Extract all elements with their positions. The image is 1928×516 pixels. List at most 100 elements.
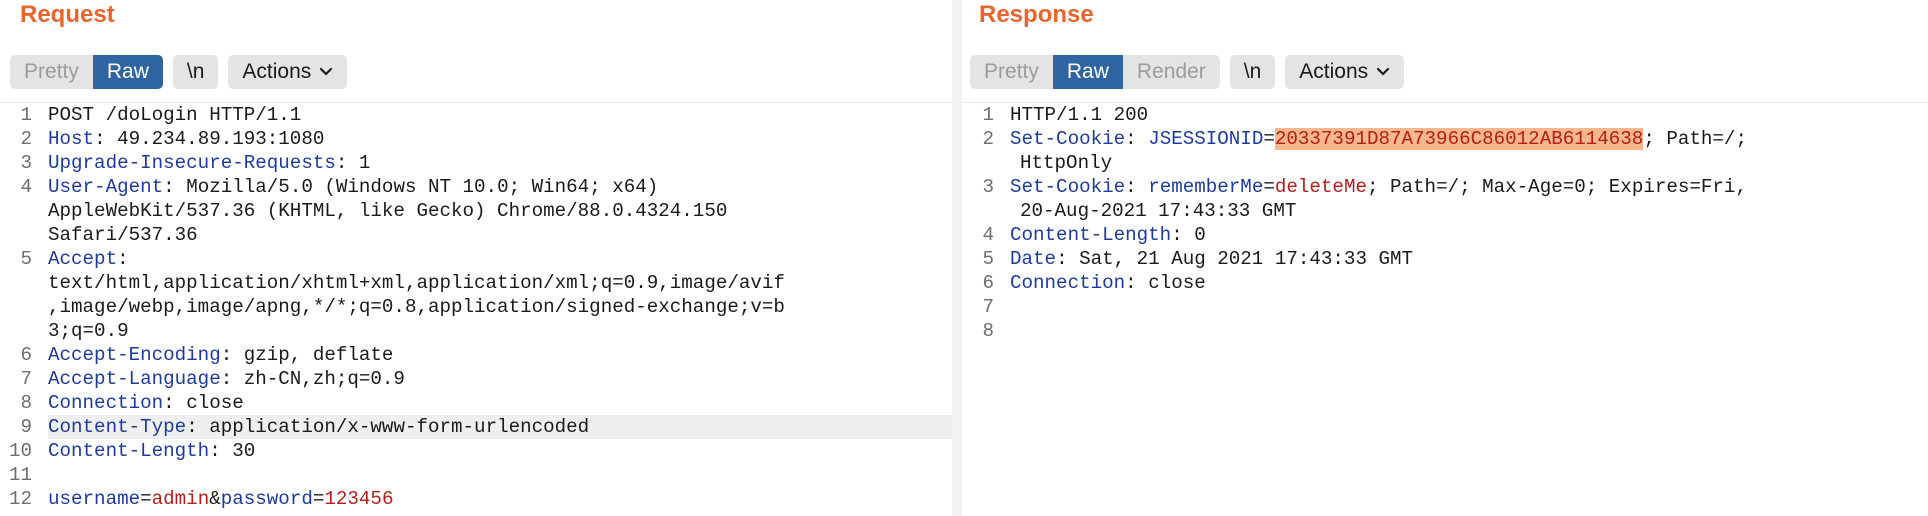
request-line: POST /doLogin HTTP/1.1 — [48, 104, 302, 126]
request-header-continuation: ,image/webp,image/apng,*/*;q=0.8,applica… — [48, 296, 785, 318]
header-value: gzip, deflate — [243, 344, 394, 366]
response-toolbar: Pretty Raw Render \n Actions — [970, 55, 1405, 89]
header-name: Connection — [48, 392, 164, 414]
response-title: Response — [979, 1, 1094, 28]
line-number: 4 — [20, 176, 32, 198]
param-value: 123456 — [324, 488, 394, 510]
response-header-continuation: 20-Aug-2021 17:43:33 GMT — [1020, 200, 1297, 222]
header-name: Set-Cookie — [1010, 176, 1126, 198]
cookie-attributes: ; Path=/; — [1643, 128, 1747, 150]
line-number: 6 — [982, 272, 994, 294]
header-name: Upgrade-Insecure-Requests — [48, 152, 336, 174]
request-header-continuation: Safari/537.36 — [48, 224, 198, 246]
request-header-line-current: Content-Type: application/x-www-form-url… — [48, 415, 952, 439]
line-number: 3 — [982, 176, 994, 198]
header-name: Date — [1010, 248, 1057, 270]
response-header-line: Content-Length: 0 — [1010, 224, 1206, 246]
request-title: Request — [20, 1, 115, 28]
header-name: Accept-Encoding — [48, 344, 221, 366]
line-number: 3 — [20, 152, 32, 174]
param-name: username — [48, 488, 141, 510]
response-tab-render[interactable]: Render — [1122, 55, 1220, 89]
request-header-line: Host: 49.234.89.193:1080 — [48, 128, 325, 150]
response-header-line: Connection: close — [1010, 272, 1206, 294]
request-header-continuation: text/html,application/xhtml+xml,applicat… — [48, 272, 785, 294]
response-view-tabs: Pretty Raw Render — [970, 55, 1220, 89]
header-value: close — [186, 392, 244, 414]
header-value: 0 — [1194, 224, 1206, 246]
line-number: 1 — [982, 104, 994, 126]
line-number: 1 — [20, 104, 32, 126]
header-name: Connection — [1010, 272, 1126, 294]
response-header-line: Set-Cookie: rememberMe=deleteMe; Path=/;… — [1010, 176, 1747, 198]
line-number: 7 — [982, 296, 994, 318]
header-value: application/x-www-form-urlencoded — [209, 416, 590, 438]
response-header-continuation: HttpOnly — [1020, 152, 1113, 174]
request-header-line: Connection: close — [48, 392, 244, 414]
response-tab-pretty[interactable]: Pretty — [970, 55, 1053, 89]
header-value: zh-CN,zh;q=0.9 — [243, 368, 405, 390]
header-name: Set-Cookie — [1010, 128, 1126, 150]
header-value: close — [1148, 272, 1206, 294]
param-value: admin — [151, 488, 210, 510]
request-header-line: Accept-Language: zh-CN,zh;q=0.9 — [48, 368, 405, 390]
request-tab-pretty[interactable]: Pretty — [10, 55, 93, 89]
request-body-line: username=admin&password=123456 — [48, 488, 394, 510]
line-number: 9 — [20, 416, 32, 438]
line-number: 5 — [982, 248, 994, 270]
response-tab-raw[interactable]: Raw — [1052, 55, 1123, 89]
request-header-line: Accept-Encoding: gzip, deflate — [48, 344, 394, 366]
line-number: 2 — [20, 128, 32, 150]
request-toolbar: Pretty Raw \n Actions — [10, 55, 348, 89]
chevron-down-icon — [320, 67, 333, 76]
line-number: 6 — [20, 344, 32, 366]
line-number: 5 — [20, 248, 32, 270]
header-name: Content-Length — [1010, 224, 1172, 246]
response-newline-toggle[interactable]: \n — [1229, 55, 1276, 89]
header-name: Host — [48, 128, 95, 150]
request-header-line: Accept: — [48, 248, 129, 270]
request-actions-label: Actions — [242, 60, 312, 83]
header-name: User-Agent — [48, 176, 164, 198]
line-number: 10 — [8, 440, 32, 462]
pane-splitter[interactable] — [952, 0, 962, 516]
cookie-name: rememberMe — [1148, 176, 1264, 198]
response-header-line: Date: Sat, 21 Aug 2021 17:43:33 GMT — [1010, 248, 1414, 270]
response-editor[interactable]: 1 2 3 4 5 6 7 8 HTTP/1.1 200 Set-Cookie:… — [962, 102, 1928, 516]
header-value: 1 — [358, 152, 371, 174]
request-newline-toggle[interactable]: \n — [172, 55, 219, 89]
request-view-tabs: Pretty Raw — [10, 55, 163, 89]
chevron-down-icon — [1377, 67, 1390, 76]
line-number: 8 — [20, 392, 32, 414]
request-header-continuation: 3;q=0.9 — [48, 320, 129, 342]
request-tab-raw[interactable]: Raw — [92, 55, 163, 89]
header-name: Content-Length — [48, 440, 210, 462]
response-status-line: HTTP/1.1 200 — [1010, 104, 1149, 126]
response-header-line: Set-Cookie: JSESSIONID=20337391D87A73966… — [1010, 128, 1747, 150]
request-editor[interactable]: 1 2 3 4 5 6 7 8 9 10 11 12 POST /doLogin… — [0, 102, 952, 516]
line-number: 2 — [982, 128, 994, 150]
request-header-line: Content-Length: 30 — [48, 440, 256, 462]
request-header-line: User-Agent: Mozilla/5.0 (Windows NT 10.0… — [48, 176, 659, 198]
cookie-attributes: ; Path=/; Max-Age=0; Expires=Fri, — [1366, 176, 1747, 198]
cookie-value-highlighted[interactable]: 20337391D87A73966C86012AB6114638 — [1274, 128, 1644, 150]
request-header-continuation: AppleWebKit/537.36 (KHTML, like Gecko) C… — [48, 200, 728, 222]
header-value: 49.234.89.193:1080 — [117, 128, 325, 150]
header-name: Accept-Language — [48, 368, 221, 390]
line-number: 11 — [8, 464, 32, 486]
cookie-value: deleteMe — [1274, 176, 1367, 198]
header-name: Content-Type — [48, 416, 187, 438]
line-number: 7 — [20, 368, 32, 390]
response-actions-label: Actions — [1299, 60, 1369, 83]
header-value: Sat, 21 Aug 2021 17:43:33 GMT — [1079, 248, 1414, 270]
response-pane: Response Pretty Raw Render \n Actions 1 … — [962, 0, 1928, 516]
header-name: Accept — [48, 248, 118, 270]
request-actions-button[interactable]: Actions — [228, 55, 348, 89]
header-value: Mozilla/5.0 (Windows NT 10.0; Win64; x64… — [186, 176, 659, 198]
cookie-name: JSESSIONID — [1148, 128, 1264, 150]
line-number: 12 — [8, 488, 32, 510]
request-header-line: Upgrade-Insecure-Requests: 1 — [48, 152, 371, 174]
line-number: 4 — [982, 224, 994, 246]
param-name: password — [220, 488, 313, 510]
response-actions-button[interactable]: Actions — [1285, 55, 1405, 89]
